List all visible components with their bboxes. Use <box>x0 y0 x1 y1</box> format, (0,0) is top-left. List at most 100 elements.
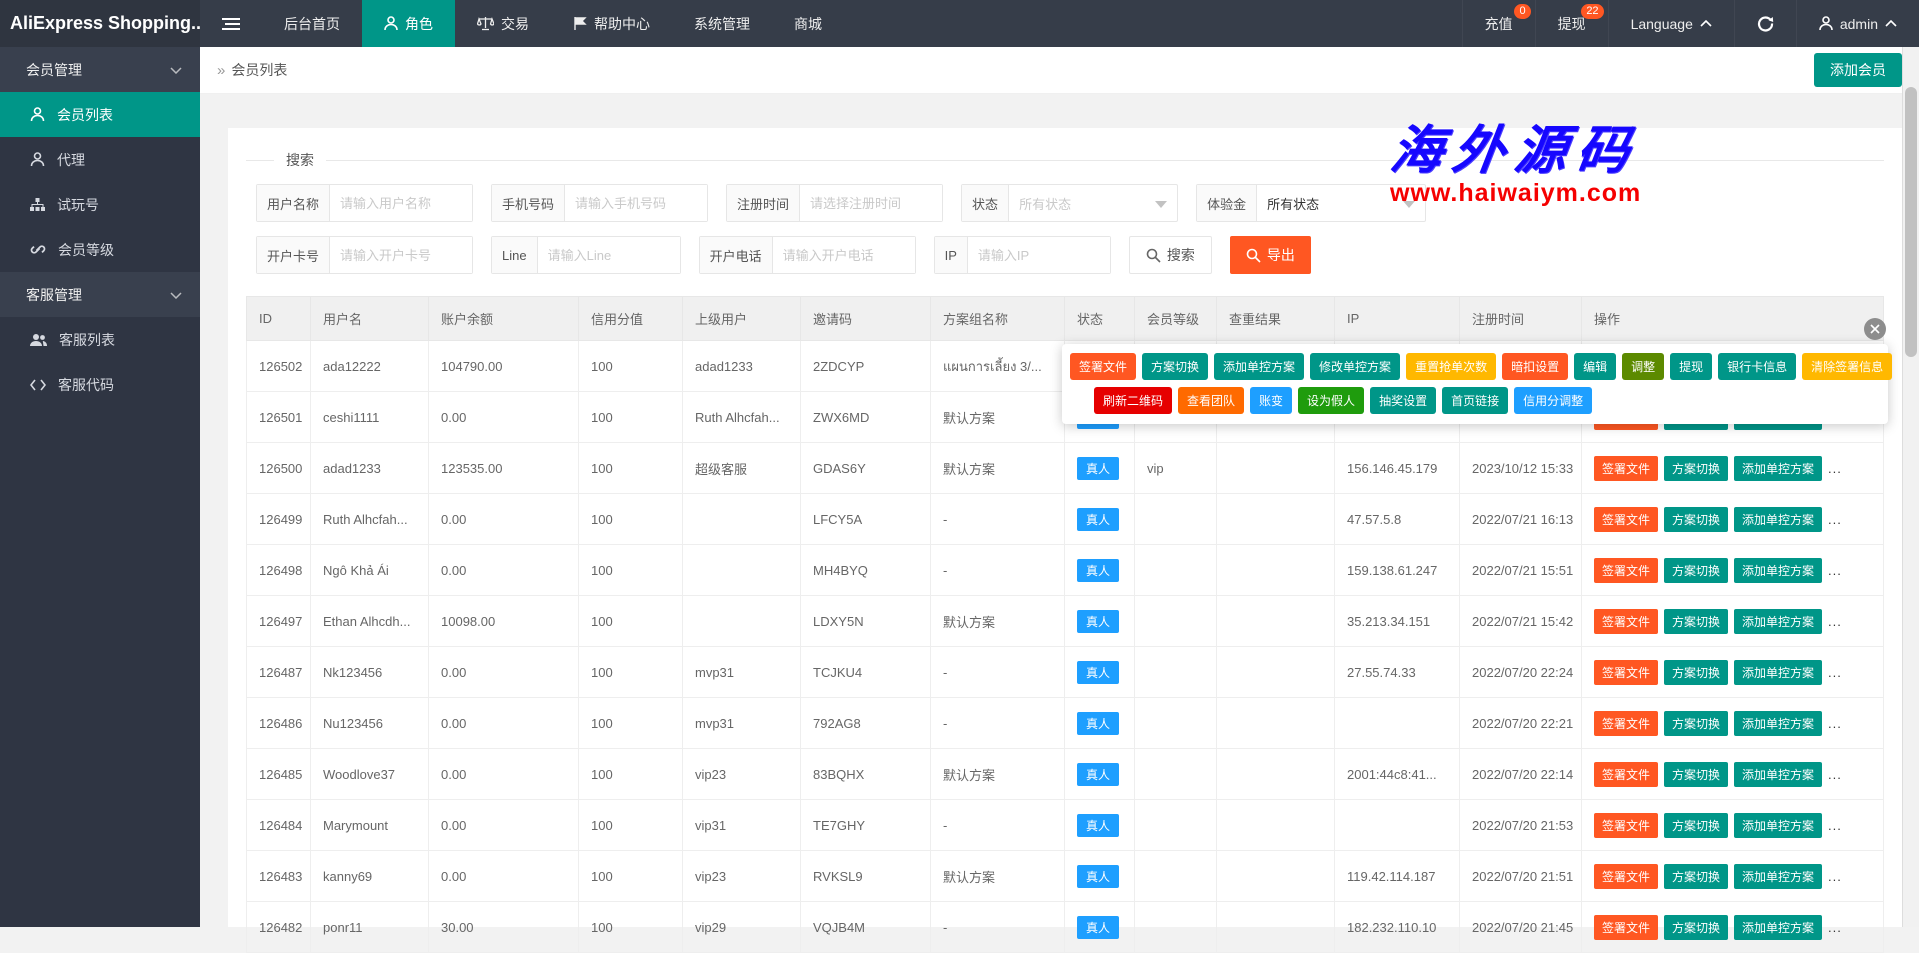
popup-action-首页链接[interactable]: 首页链接 <box>1442 387 1508 414</box>
more-actions-button[interactable]: ... <box>1828 563 1842 578</box>
开户电话-input[interactable] <box>773 237 915 273</box>
Line-input[interactable] <box>538 237 680 273</box>
hamburger-button[interactable] <box>200 0 262 47</box>
row-action-方案切换[interactable]: 方案切换 <box>1664 660 1728 685</box>
注册时间-input[interactable] <box>800 185 942 221</box>
more-actions-button[interactable]: ... <box>1828 461 1842 476</box>
row-action-方案切换[interactable]: 方案切换 <box>1664 456 1728 481</box>
topbar-menu-交易[interactable]: 交易 <box>455 0 551 47</box>
topbar-menu-商城[interactable]: 商城 <box>772 0 844 47</box>
export-button[interactable]: 导出 <box>1230 236 1311 274</box>
more-actions-button[interactable]: ... <box>1828 920 1842 935</box>
sidebar-group-会员管理[interactable]: 会员管理 <box>0 47 200 92</box>
topbar-menu-系统管理[interactable]: 系统管理 <box>672 0 772 47</box>
sidebar-group-客服管理[interactable]: 客服管理 <box>0 272 200 317</box>
popup-action-清除签署信息[interactable]: 清除签署信息 <box>1802 353 1892 380</box>
sidebar-item-客服列表[interactable]: 客服列表 <box>0 317 200 362</box>
row-action-添加单控方案[interactable]: 添加单控方案 <box>1734 507 1822 532</box>
row-action-方案切换[interactable]: 方案切换 <box>1664 864 1728 889</box>
popup-action-提现[interactable]: 提现 <box>1670 353 1712 380</box>
popup-action-修改单控方案[interactable]: 修改单控方案 <box>1310 353 1400 380</box>
more-actions-button[interactable]: ... <box>1828 614 1842 629</box>
popup-action-重置抢单次数[interactable]: 重置抢单次数 <box>1406 353 1496 380</box>
popup-action-方案切换[interactable]: 方案切换 <box>1142 353 1208 380</box>
sidebar-item-会员列表[interactable]: 会员列表 <box>0 92 200 137</box>
popup-close-button[interactable] <box>1864 318 1886 340</box>
sidebar-item-代理[interactable]: 代理 <box>0 137 200 182</box>
sitemap-icon <box>30 198 45 212</box>
row-action-签署文件[interactable]: 签署文件 <box>1594 813 1658 838</box>
sidebar-item-会员等级[interactable]: 会员等级 <box>0 227 200 272</box>
more-actions-button[interactable]: ... <box>1828 665 1842 680</box>
手机号码-input[interactable] <box>565 185 707 221</box>
topbar-menu-后台首页[interactable]: 后台首页 <box>262 0 362 47</box>
language-menu[interactable]: Language <box>1608 0 1734 47</box>
refresh-button[interactable] <box>1734 0 1796 47</box>
popup-action-设为假人[interactable]: 设为假人 <box>1298 387 1364 414</box>
cell-time: 2022/07/20 22:14 <box>1460 749 1582 800</box>
row-action-签署文件[interactable]: 签署文件 <box>1594 660 1658 685</box>
more-actions-button[interactable]: ... <box>1828 512 1842 527</box>
row-action-添加单控方案[interactable]: 添加单控方案 <box>1734 864 1822 889</box>
popup-action-编辑[interactable]: 编辑 <box>1574 353 1616 380</box>
topbar-menu-帮助中心[interactable]: 帮助中心 <box>551 0 672 47</box>
row-action-方案切换[interactable]: 方案切换 <box>1664 813 1728 838</box>
popup-action-账变[interactable]: 账变 <box>1250 387 1292 414</box>
recharge-button[interactable]: 充值 0 <box>1462 0 1535 47</box>
row-action-添加单控方案[interactable]: 添加单控方案 <box>1734 456 1822 481</box>
popup-action-查看团队[interactable]: 查看团队 <box>1178 387 1244 414</box>
popup-action-刷新二维码[interactable]: 刷新二维码 <box>1094 387 1172 414</box>
popup-action-调整[interactable]: 调整 <box>1622 353 1664 380</box>
row-action-方案切换[interactable]: 方案切换 <box>1664 711 1728 736</box>
cell-balance: 123535.00 <box>429 443 579 494</box>
cell-ip <box>1335 698 1460 749</box>
user-icon <box>1819 16 1833 31</box>
row-action-签署文件[interactable]: 签署文件 <box>1594 558 1658 583</box>
row-action-添加单控方案[interactable]: 添加单控方案 <box>1734 711 1822 736</box>
row-action-方案切换[interactable]: 方案切换 <box>1664 558 1728 583</box>
状态-select[interactable]: 所有状态 <box>1009 185 1177 221</box>
popup-action-抽奖设置[interactable]: 抽奖设置 <box>1370 387 1436 414</box>
withdraw-button[interactable]: 提现 22 <box>1535 0 1608 47</box>
row-action-添加单控方案[interactable]: 添加单控方案 <box>1734 660 1822 685</box>
topbar-menu-角色[interactable]: 角色 <box>362 0 455 47</box>
体验金-select[interactable]: 所有状态 <box>1257 185 1425 221</box>
row-action-签署文件[interactable]: 签署文件 <box>1594 507 1658 532</box>
more-actions-button[interactable]: ... <box>1828 716 1842 731</box>
row-action-方案切换[interactable]: 方案切换 <box>1664 762 1728 787</box>
sidebar-item-试玩号[interactable]: 试玩号 <box>0 182 200 227</box>
row-action-签署文件[interactable]: 签署文件 <box>1594 711 1658 736</box>
popup-action-暗扣设置[interactable]: 暗扣设置 <box>1502 353 1568 380</box>
row-action-签署文件[interactable]: 签署文件 <box>1594 456 1658 481</box>
row-action-方案切换[interactable]: 方案切换 <box>1664 507 1728 532</box>
row-action-签署文件[interactable]: 签署文件 <box>1594 864 1658 889</box>
popup-action-银行卡信息[interactable]: 银行卡信息 <box>1718 353 1796 380</box>
row-action-添加单控方案[interactable]: 添加单控方案 <box>1734 915 1822 940</box>
more-actions-button[interactable]: ... <box>1828 818 1842 833</box>
row-action-方案切换[interactable]: 方案切换 <box>1664 915 1728 940</box>
popup-action-签署文件[interactable]: 签署文件 <box>1070 353 1136 380</box>
scrollbar-thumb[interactable] <box>1905 87 1917 357</box>
用户名称-input[interactable] <box>330 185 472 221</box>
sidebar-item-客服代码[interactable]: 客服代码 <box>0 362 200 407</box>
row-action-添加单控方案[interactable]: 添加单控方案 <box>1734 558 1822 583</box>
popup-action-添加单控方案[interactable]: 添加单控方案 <box>1214 353 1304 380</box>
group-label: 会员管理 <box>26 60 82 80</box>
IP-input[interactable] <box>968 237 1110 273</box>
row-action-添加单控方案[interactable]: 添加单控方案 <box>1734 762 1822 787</box>
cell-actions: 签署文件方案切换添加单控方案... <box>1582 698 1884 749</box>
popup-action-信用分调整[interactable]: 信用分调整 <box>1514 387 1592 414</box>
add-member-button[interactable]: 添加会员 <box>1814 53 1902 87</box>
row-action-签署文件[interactable]: 签署文件 <box>1594 762 1658 787</box>
search-button[interactable]: 搜索 <box>1129 236 1212 274</box>
user-menu[interactable]: admin <box>1796 0 1919 47</box>
vertical-scrollbar[interactable] <box>1902 47 1919 927</box>
more-actions-button[interactable]: ... <box>1828 767 1842 782</box>
row-action-签署文件[interactable]: 签署文件 <box>1594 609 1658 634</box>
more-actions-button[interactable]: ... <box>1828 869 1842 884</box>
row-action-添加单控方案[interactable]: 添加单控方案 <box>1734 609 1822 634</box>
row-action-方案切换[interactable]: 方案切换 <box>1664 609 1728 634</box>
row-action-签署文件[interactable]: 签署文件 <box>1594 915 1658 940</box>
row-action-添加单控方案[interactable]: 添加单控方案 <box>1734 813 1822 838</box>
开户卡号-input[interactable] <box>330 237 472 273</box>
